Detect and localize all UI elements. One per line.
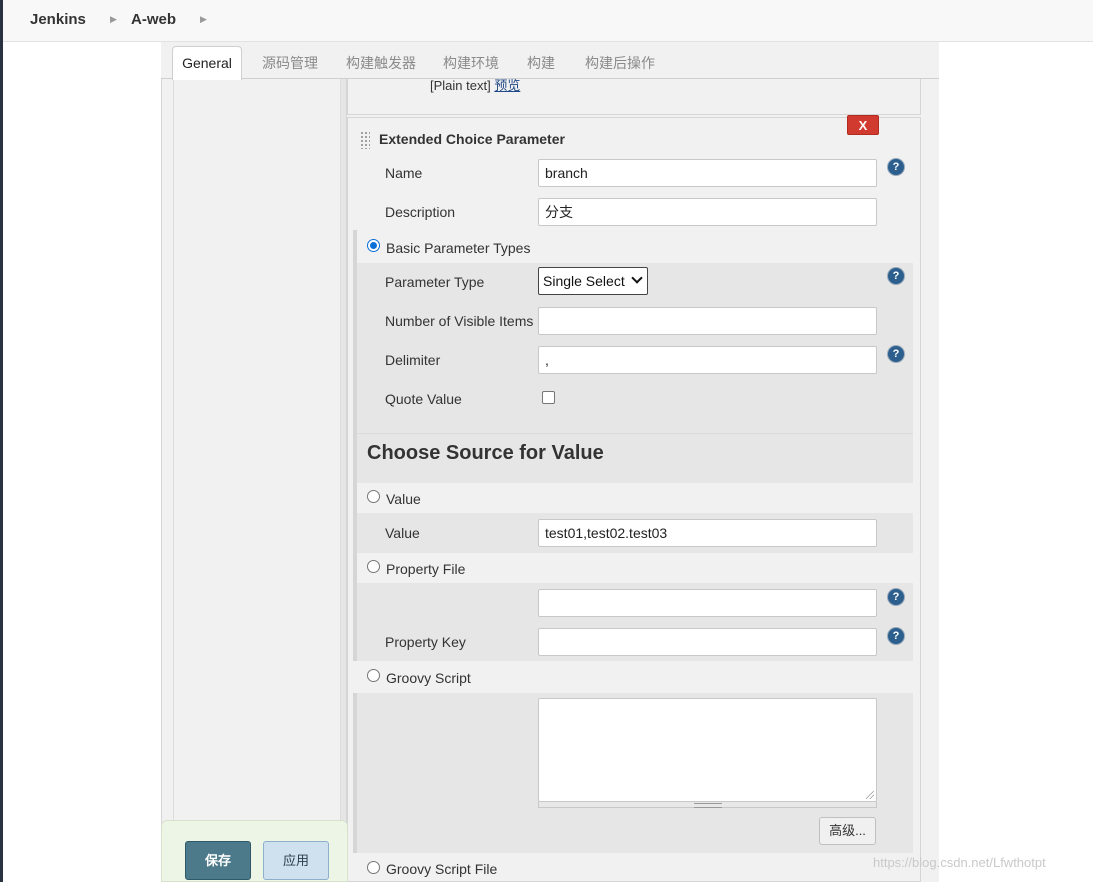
basic-types-label: Basic Parameter Types <box>386 240 531 256</box>
breadcrumb-chevron-icon[interactable]: ▶ <box>200 14 207 25</box>
value-indent-bar <box>353 513 357 553</box>
breadcrumb-a-web[interactable]: A-web <box>131 11 176 28</box>
breadcrumb-bar: Jenkins ▶ A-web ▶ <box>3 0 1093 42</box>
watermark: https://blog.csdn.net/Lfwthotpt <box>873 855 1046 870</box>
groovy-script-file-radio[interactable] <box>367 861 380 874</box>
value-label: Value <box>385 525 420 541</box>
value-input[interactable]: test01,test02.test03 <box>538 519 877 547</box>
choose-source-title: Choose Source for Value <box>367 442 604 464</box>
tab-post-build[interactable]: 构建后操作 <box>585 53 655 73</box>
tab-general[interactable]: General <box>172 46 242 80</box>
groovy-script-textarea[interactable] <box>538 698 877 802</box>
visible-items-label: Number of Visible Items <box>385 313 534 329</box>
help-icon[interactable]: ? <box>888 159 904 175</box>
delimiter-input[interactable]: , <box>538 346 877 374</box>
bottom-action-bar: 保存 应用 <box>161 820 348 882</box>
property-file-indent-bar <box>353 583 357 661</box>
apply-button[interactable]: 应用 <box>263 841 329 880</box>
tab-build-triggers[interactable]: 构建触发器 <box>346 53 416 73</box>
help-icon[interactable]: ? <box>888 346 904 362</box>
extended-choice-parameter: Extended Choice Parameter X Name branch … <box>347 115 921 882</box>
plain-text-note: [Plain text] 预览 <box>430 75 520 94</box>
tab-build-environment[interactable]: 构建环境 <box>443 53 499 73</box>
property-file-input[interactable] <box>538 589 877 617</box>
tab-build[interactable]: 构建 <box>527 53 555 73</box>
visible-items-input[interactable] <box>538 307 877 335</box>
delete-parameter-button[interactable]: X <box>847 115 879 135</box>
parameter-type-value: Single Select <box>543 273 625 289</box>
save-button[interactable]: 保存 <box>185 841 251 880</box>
help-icon[interactable]: ? <box>888 268 904 284</box>
delimiter-label: Delimiter <box>385 352 441 368</box>
value-source-label: Value <box>386 491 421 507</box>
breadcrumb-jenkins[interactable]: Jenkins <box>30 11 86 28</box>
chevron-down-icon <box>631 272 643 284</box>
groovy-script-file-label: Groovy Script File <box>386 861 498 877</box>
config-tabs: General 源码管理 构建触发器 构建环境 构建 构建后操作 <box>161 42 939 80</box>
breadcrumb-chevron-icon[interactable]: ▶ <box>110 14 117 25</box>
name-label: Name <box>385 165 423 181</box>
left-edge <box>0 0 3 882</box>
quote-value-label: Quote Value <box>385 391 462 407</box>
drag-handle-icon[interactable] <box>360 131 370 149</box>
previous-parameter-block: [Plain text] 预览 <box>347 78 921 115</box>
parameter-title: Extended Choice Parameter <box>379 131 565 147</box>
description-input[interactable]: 分支 <box>538 198 877 226</box>
groovy-script-indent-bar <box>353 693 357 853</box>
resize-grip-icon[interactable] <box>866 791 874 799</box>
advanced-button[interactable]: 高级... <box>819 817 876 845</box>
description-label: Description <box>385 204 456 220</box>
groovy-script-label: Groovy Script <box>386 670 471 686</box>
property-file-label: Property File <box>386 561 466 577</box>
basic-types-radio[interactable] <box>367 239 380 252</box>
help-icon[interactable]: ? <box>888 628 904 644</box>
name-input[interactable]: branch <box>538 159 877 187</box>
help-icon[interactable]: ? <box>888 589 904 605</box>
parameter-type-select[interactable]: Single Select <box>538 267 648 295</box>
value-source-radio[interactable] <box>367 490 380 503</box>
textarea-resize-handle[interactable] <box>538 802 877 808</box>
parameter-type-label: Parameter Type <box>385 274 485 290</box>
quote-value-checkbox[interactable] <box>542 391 555 404</box>
tab-scm[interactable]: 源码管理 <box>262 53 318 73</box>
config-side-column <box>173 79 341 882</box>
property-key-label: Property Key <box>385 634 466 650</box>
plain-text-label: [Plain text] <box>430 78 491 93</box>
property-file-radio[interactable] <box>367 560 380 573</box>
groovy-script-radio[interactable] <box>367 669 380 682</box>
preview-link[interactable]: 预览 <box>494 78 520 93</box>
property-key-input[interactable] <box>538 628 877 656</box>
right-gutter <box>921 79 939 882</box>
